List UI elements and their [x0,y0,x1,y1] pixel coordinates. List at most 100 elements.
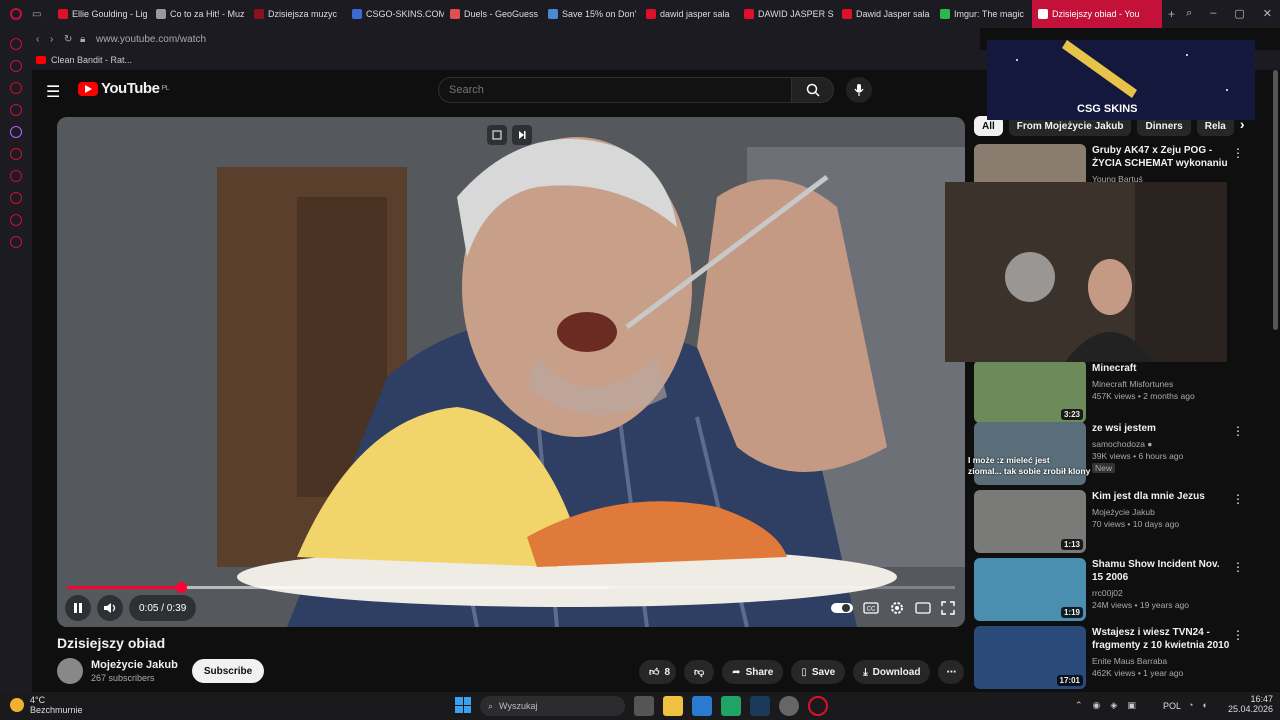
list-item[interactable]: 3:23 Minecraft Minecraft Misfortunes 457K… [974,360,1246,424]
task-view-icon[interactable] [634,696,654,716]
clock-time[interactable]: 16:47 [1228,694,1274,704]
youtube-logo[interactable]: YouTube PL [78,80,169,97]
opera-logo-icon[interactable] [0,0,32,28]
tab[interactable]: dawid jasper sala [640,0,738,28]
tab[interactable]: Ellie Goulding - Lig [52,0,150,28]
dislike-button[interactable]: 👎︎ [684,660,715,684]
page-scrollbar[interactable] [1273,70,1278,330]
volume-icon[interactable]: ◖ [1201,700,1206,710]
list-item[interactable]: 1:13 Kim jest dla mnie Jezus Mojeżycie J… [974,490,1246,554]
language-indicator[interactable]: POL [1163,701,1181,711]
tray-icon[interactable]: ◈ [1110,700,1117,711]
search-button[interactable] [792,77,834,103]
sidebar-icon[interactable] [10,60,22,72]
more-options-icon[interactable]: ⋮ [1232,560,1244,574]
csgo-skins-ad-overlay: CSG SKINS [987,40,1255,120]
opera-gx-icon[interactable] [808,696,828,716]
sidebar-icon[interactable] [10,170,22,182]
more-options-icon[interactable]: ⋮ [1232,628,1244,642]
rec-title: Minecraft [1092,363,1137,374]
sidebar-icon[interactable] [10,148,22,160]
network-icon[interactable]: ◔ [1188,700,1193,710]
hamburger-menu-icon[interactable]: ☰ [46,82,60,102]
search-input[interactable] [438,77,792,103]
url-field[interactable]: www.youtube.com/watch [96,34,206,45]
save-label: Save [811,666,836,678]
pause-button[interactable] [65,595,91,621]
tray-icon[interactable]: ▣ [1127,700,1136,711]
seek-bar[interactable] [67,582,955,593]
save-button[interactable]: ▯ Save [791,660,846,684]
tab[interactable]: CSGO-SKINS.COM [346,0,444,28]
pause-icon [74,603,82,613]
twitch-icon[interactable] [10,126,22,138]
miniplayer-icon[interactable] [487,125,507,145]
tab-menu-icon[interactable]: ▭ [32,9,52,20]
sidebar-icon[interactable] [10,38,22,50]
search-tabs-icon[interactable]: ⌕ [1186,7,1192,20]
tab-active[interactable]: Dzisiejszy obiad - You [1032,0,1162,28]
forward-icon[interactable]: › [50,34,64,45]
sidebar-icon[interactable] [10,82,22,94]
video-thumbnail[interactable]: 1:13 [974,490,1086,553]
clock-date[interactable]: 25.04.2026 [1228,704,1273,714]
steam-icon[interactable] [750,696,770,716]
tray-icon[interactable]: ◉ [1093,700,1101,711]
sidebar-icon[interactable] [10,104,22,116]
app-icon[interactable] [779,696,799,716]
player-controls: 0:05 / 0:39 [65,595,955,621]
seek-handle[interactable] [175,582,187,593]
back-icon[interactable]: ‹ [36,34,50,45]
chevron-up-icon[interactable]: ⌃ [1075,700,1083,711]
tab[interactable]: Duels - GeoGuess [444,0,542,28]
theater-mode-icon[interactable] [915,602,931,614]
more-options-icon[interactable]: ⋮ [1232,424,1244,438]
video-thumbnail[interactable]: 3:23 [974,360,1086,423]
download-button[interactable]: ⤓ Download [853,660,931,684]
app-icon[interactable] [692,696,712,716]
mute-button[interactable] [97,595,123,621]
list-item[interactable]: 1:19 Shamu Show Incident Nov. 15 2006 rr… [974,558,1246,622]
bookmark-item[interactable]: Clean Bandit - Rat... [51,55,132,65]
start-button[interactable] [455,697,471,713]
subscribe-button[interactable]: Subscribe [191,659,265,683]
excel-icon[interactable] [721,696,741,716]
tab[interactable]: Imgur: The magic [934,0,1032,28]
video-thumbnail[interactable]: 1:19 [974,558,1086,621]
weather-moon-icon [10,698,24,712]
close-icon[interactable]: ✕ [1263,7,1272,20]
fullscreen-icon[interactable] [941,601,955,615]
list-item[interactable]: 17:01 Wstajesz i wiesz TVN24 - fragmenty… [974,626,1246,690]
tab[interactable]: Save 15% on Don' [542,0,640,28]
rec-meta: 39K views • 6 hours ago [1092,451,1184,461]
video-player[interactable]: 0:05 / 0:39 CC [57,117,965,627]
weather-widget[interactable]: 4°C Bezchmurnie [10,695,83,715]
share-button[interactable]: ➦ Share [722,660,784,684]
autoplay-toggle[interactable] [831,602,853,614]
more-options-icon[interactable]: ⋮ [1232,146,1244,160]
sidebar-icon[interactable] [10,214,22,226]
voice-search-button[interactable] [846,77,872,103]
more-actions-button[interactable]: ⋯ [938,660,965,684]
tab[interactable]: Dawid Jasper sala [836,0,934,28]
tab[interactable]: Dzisiejsza muzyc [248,0,346,28]
avatar[interactable] [57,658,83,684]
tab[interactable]: Co to za Hit! - Muz [150,0,248,28]
settings-icon[interactable] [10,236,22,248]
video-thumbnail[interactable]: 17:01 [974,626,1086,689]
channel-name[interactable]: Mojeżycie Jakub [91,659,178,671]
maximize-icon[interactable]: ▢ [1234,7,1244,20]
tab[interactable]: DAWID JASPER S [738,0,836,28]
file-explorer-icon[interactable] [663,696,683,716]
more-options-icon[interactable]: ⋮ [1232,492,1244,506]
like-button[interactable]: 👍︎ 8 [639,660,677,684]
reload-icon[interactable]: ↻ [64,34,80,45]
taskbar-search[interactable]: ⌕ Wyszukaj [480,696,625,716]
minimize-icon[interactable]: – [1210,7,1216,20]
sidebar-icon[interactable] [10,192,22,204]
next-video-icon[interactable] [512,125,532,145]
volume-icon [104,603,116,613]
new-tab-button[interactable]: + [1168,7,1175,21]
settings-gear-icon[interactable] [889,600,905,616]
subtitles-icon[interactable]: CC [863,602,879,614]
